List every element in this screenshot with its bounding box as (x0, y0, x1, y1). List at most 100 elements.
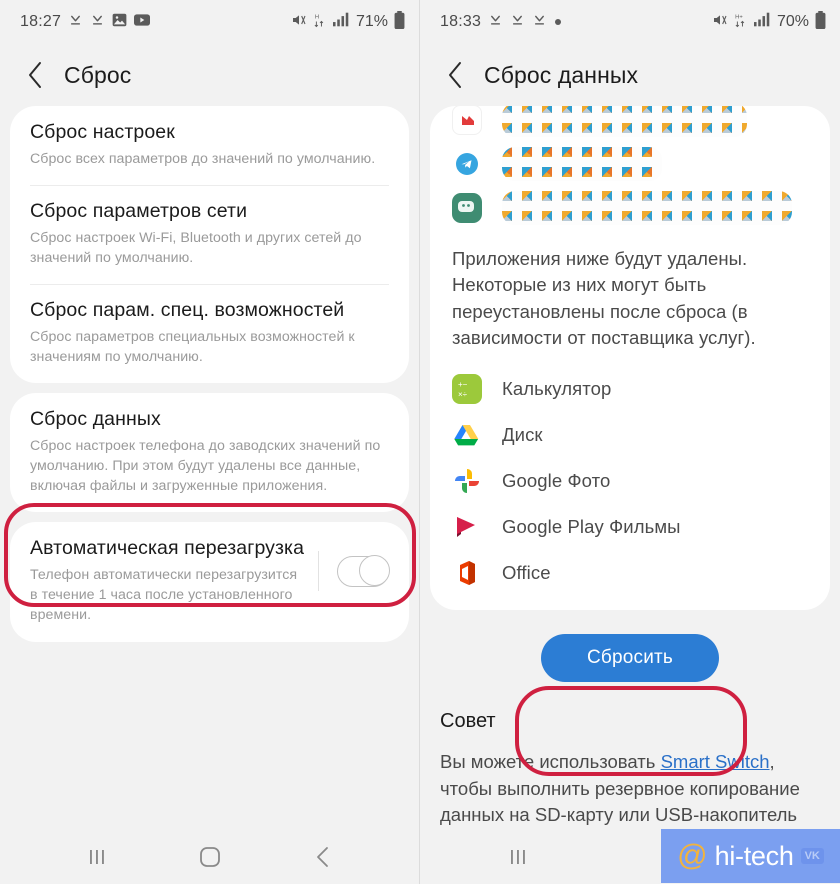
toggle-knob (358, 555, 390, 587)
download-done-icon (532, 12, 547, 32)
censor-mosaic (502, 191, 792, 225)
vk-icon: VK (800, 848, 824, 864)
factory-reset-card[interactable]: Сброс данных Сброс настроек телефона до … (10, 393, 409, 513)
app-label: Office (502, 561, 551, 583)
hplus-data-icon: H+ (734, 12, 748, 33)
censor-mosaic (502, 106, 747, 137)
auto-restart-toggle[interactable] (337, 555, 390, 587)
watermark-text: hi-tech (714, 840, 794, 871)
smart-switch-link[interactable]: Smart Switch (661, 751, 770, 772)
gallery-icon (112, 13, 127, 32)
censor-mosaic (502, 147, 662, 181)
list-item-subtitle: Сброс настроек телефона до заводских зна… (30, 437, 381, 495)
censored-app-row (430, 186, 830, 230)
battery-percent: 71% (355, 13, 388, 30)
list-item-app: Диск (430, 412, 830, 458)
list-item-title: Сброс настроек (30, 121, 175, 143)
list-item-title: Автоматическая перезагрузка (30, 537, 305, 560)
mute-icon (712, 12, 728, 33)
left-action-bar: Сброс (0, 44, 419, 106)
download-done-icon (68, 12, 83, 32)
tip-body: Вы можете использовать Smart Switch, что… (440, 749, 820, 830)
left-nav-bar (0, 830, 419, 884)
list-item-title: Сброс парам. спец. возможностей (30, 299, 345, 322)
recents-icon[interactable] (77, 840, 117, 874)
svg-text:+−: +− (458, 380, 468, 389)
calculator-icon: +− ×÷ (452, 373, 482, 404)
svg-text:H+: H+ (735, 14, 743, 20)
battery-percent: 70% (776, 13, 809, 30)
telegram-icon (452, 149, 482, 179)
at-icon: @ (677, 839, 708, 872)
signal-bars-icon (332, 12, 350, 32)
left-phone-screen: 18:27 H 71% Сброс Сброс настроек Сброс в… (0, 0, 420, 884)
list-item-reset-settings[interactable]: Сброс настроек Сброс всех параметров до … (10, 106, 409, 185)
app-label: Google Play Фильмы (502, 515, 681, 537)
google-photos-icon (452, 465, 482, 496)
download-done-icon (90, 12, 105, 32)
left-status-right: H 71% (291, 10, 405, 34)
dot-icon (554, 13, 562, 31)
right-phone-screen: 18:33 H+ 70% Сброс данных Приложения ниж… (420, 0, 840, 884)
divider (318, 551, 319, 592)
youtube-icon (134, 13, 151, 31)
tip-title: Совет (440, 709, 496, 732)
list-item-subtitle: Сброс параметров специальных возможносте… (30, 328, 355, 365)
back-chevron-icon[interactable] (18, 58, 52, 92)
hspa-data-icon: H (313, 12, 327, 33)
list-item-reset-network[interactable]: Сброс параметров сети Сброс настроек Wi-… (10, 184, 409, 284)
list-item-app: Google Play Фильмы (430, 504, 830, 550)
left-status-bar: 18:27 H 71% (0, 0, 419, 44)
status-time: 18:27 (20, 13, 62, 30)
app-label: Диск (502, 423, 543, 445)
list-item-app: +− ×÷ Калькулятор (430, 366, 830, 412)
list-item-app: Office (430, 550, 830, 596)
list-item-title: Сброс данных (30, 408, 161, 431)
google-play-movies-icon (452, 511, 482, 542)
status-time: 18:33 (440, 13, 482, 30)
back-chevron-icon[interactable] (438, 58, 472, 92)
list-item-factory-reset[interactable]: Сброс данных Сброс настроек телефона до … (10, 393, 409, 512)
list-item-subtitle: Сброс настроек Wi-Fi, Bluetooth и других… (30, 229, 362, 266)
tip-section: Совет Вы можете использовать Smart Switc… (420, 692, 840, 830)
right-action-bar: Сброс данных (420, 44, 840, 106)
dual-screenshot: 18:27 H 71% Сброс Сброс настроек Сброс в… (0, 0, 840, 884)
deletion-notice: Приложения ниже будут удалены. Некоторые… (452, 248, 756, 349)
list-item-subtitle: Телефон автоматически перезагрузится в т… (30, 567, 298, 624)
svg-text:×÷: ×÷ (458, 390, 468, 399)
home-icon[interactable] (190, 840, 230, 874)
list-item-auto-restart[interactable]: Автоматическая перезагрузка Телефон авто… (10, 522, 409, 641)
hi-tech-watermark: @ hi-tech VK (661, 829, 840, 883)
battery-icon (394, 10, 405, 34)
list-item-app: Google Фото (430, 458, 830, 504)
list-item-reset-accessibility[interactable]: Сброс парам. спец. возможностей Сброс па… (10, 284, 409, 383)
app-icon-red (452, 106, 482, 135)
battery-icon (815, 10, 826, 34)
auto-restart-toggle-wrap (318, 537, 390, 592)
auto-restart-card: Автоматическая перезагрузка Телефон авто… (10, 522, 409, 642)
google-drive-icon (452, 419, 482, 450)
reset-button[interactable]: Сбросить (540, 633, 720, 682)
censored-app-row (430, 106, 830, 142)
reset-options-card: Сброс настроек Сброс всех параметров до … (10, 106, 409, 384)
ms-office-icon (452, 557, 482, 588)
android-green-icon (452, 193, 482, 223)
left-content: Сброс настроек Сброс всех параметров до … (0, 106, 419, 830)
svg-text:H: H (315, 14, 319, 20)
download-done-icon (488, 12, 503, 32)
list-item-subtitle: Сброс всех параметров до значений по умо… (30, 150, 376, 167)
right-status-bar: 18:33 H+ 70% (420, 0, 840, 44)
back-icon[interactable] (303, 840, 343, 874)
signal-bars-icon (753, 12, 771, 32)
right-status-right: H+ 70% (712, 10, 826, 34)
recents-icon[interactable] (498, 840, 538, 874)
left-status-left: 18:27 (20, 12, 151, 32)
mute-icon (291, 12, 307, 33)
page-title: Сброс данных (484, 61, 639, 88)
apps-to-delete-card: Приложения ниже будут удалены. Некоторые… (430, 106, 830, 610)
right-status-left: 18:33 (440, 12, 562, 32)
list-item-title: Сброс параметров сети (30, 199, 248, 222)
app-label: Калькулятор (502, 377, 612, 399)
censored-app-row (430, 142, 830, 186)
right-content: Приложения ниже будут удалены. Некоторые… (420, 106, 840, 830)
